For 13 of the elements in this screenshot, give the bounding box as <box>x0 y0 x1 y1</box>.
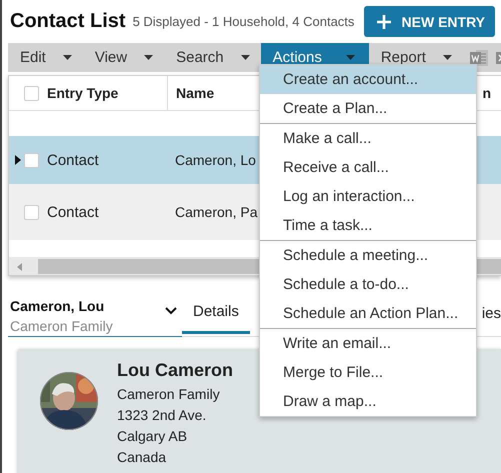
address-line: Cameron Family <box>117 385 221 404</box>
table-cell-text: Cameron, Lo <box>174 152 257 168</box>
page-title: Contact List <box>10 10 126 33</box>
address-line: Canada <box>117 448 168 467</box>
record-name: Cameron, Lou <box>10 298 104 314</box>
address-line: Calgary AB <box>117 427 188 446</box>
address-line: 1323 2nd Ave. <box>117 406 208 425</box>
record-summary: 5 Displayed - 1 Household, 4 Contacts <box>132 14 354 29</box>
table-cell-text: Contact <box>46 204 100 220</box>
table-cell-text: Contact <box>46 152 100 168</box>
household-name: Cameron Family <box>10 318 113 334</box>
contact-name: Lou Cameron <box>117 360 234 381</box>
table-cell-text: Cameron, Pa <box>174 204 258 220</box>
